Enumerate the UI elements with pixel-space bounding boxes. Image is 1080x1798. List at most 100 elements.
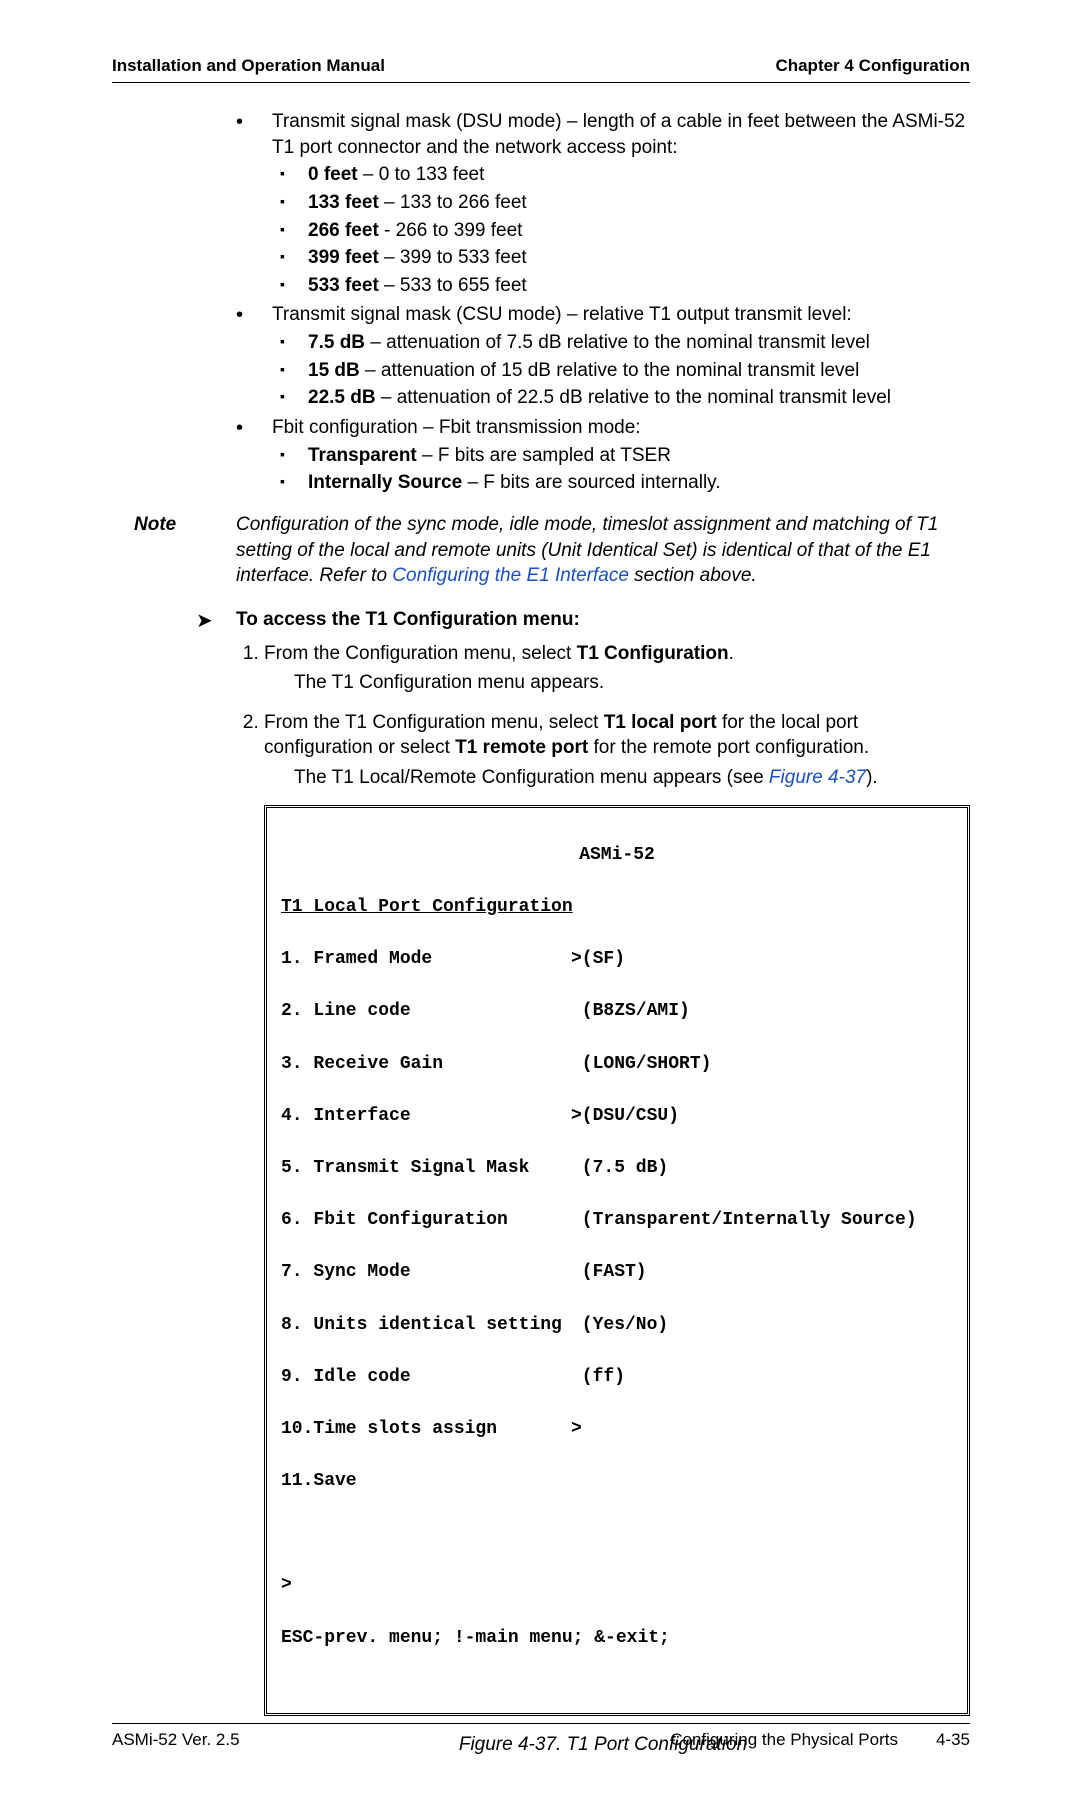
terminal-row: 1. Framed Mode>(SF) — [281, 946, 953, 972]
header-left: Installation and Operation Manual — [112, 56, 385, 76]
step1-pre: From the Configuration menu, select — [264, 643, 577, 664]
procedure-heading: ➤ To access the T1 Configuration menu: — [236, 607, 970, 633]
step2-post: for the remote port configuration. — [593, 737, 869, 758]
term-c2: >(SF) — [571, 946, 625, 972]
page-footer: ASMi-52 Ver. 2.5 Configuring the Physica… — [112, 1723, 970, 1750]
term-c2: (Transparent/Internally Source) — [571, 1207, 917, 1233]
csu-t: – attenuation of 15 dB relative to the n… — [360, 360, 860, 381]
step2-b1: T1 local port — [604, 712, 717, 733]
note-block: Note Configuration of the sync mode, idl… — [236, 512, 970, 589]
note-label: Note — [134, 512, 176, 538]
csu-item: 15 dB – attenuation of 15 dB relative to… — [272, 358, 970, 384]
term-c1: 11.Save — [281, 1468, 571, 1494]
term-c2: (ff) — [571, 1364, 625, 1390]
dsu-t: – 133 to 266 feet — [379, 192, 527, 213]
csu-b: 7.5 dB — [308, 332, 365, 353]
step2-sub-pre: The T1 Local/Remote Configuration menu a… — [294, 767, 769, 788]
fbit-item: Internally Source – F bits are sourced i… — [272, 470, 970, 496]
page-body: Transmit signal mask (DSU mode) – length… — [112, 83, 970, 1758]
footer-page: 4-35 — [936, 1730, 970, 1750]
footer-section: Configuring the Physical Ports — [670, 1730, 898, 1750]
dsu-t: - 266 to 399 feet — [379, 220, 523, 241]
terminal-row: 11.Save — [281, 1468, 953, 1494]
term-c1: 2. Line code — [281, 998, 571, 1024]
terminal-row: 8. Units identical setting (Yes/No) — [281, 1312, 953, 1338]
dsu-t: – 0 to 133 feet — [358, 164, 485, 185]
csu-t: – attenuation of 7.5 dB relative to the … — [365, 332, 870, 353]
bullet-fbit: Fbit configuration – Fbit transmission m… — [236, 415, 970, 496]
dsu-item: 266 feet - 266 to 399 feet — [272, 218, 970, 244]
procedure-steps: From the Configuration menu, select T1 C… — [236, 641, 970, 791]
terminal-row: 2. Line code (B8ZS/AMI) — [281, 998, 953, 1024]
term-c1: 8. Units identical setting — [281, 1312, 571, 1338]
fbit-t: – F bits are sourced internally. — [462, 472, 720, 493]
term-c2: (Yes/No) — [571, 1312, 668, 1338]
term-c1: 5. Transmit Signal Mask — [281, 1155, 571, 1181]
header-right: Chapter 4 Configuration — [775, 56, 970, 76]
terminal-row: 3. Receive Gain (LONG/SHORT) — [281, 1051, 953, 1077]
step2-b2: T1 remote port — [455, 737, 588, 758]
term-c1: 7. Sync Mode — [281, 1259, 571, 1285]
step2-sub-post: ). — [866, 767, 878, 788]
fbit-b: Internally Source — [308, 472, 462, 493]
step2-result: The T1 Local/Remote Configuration menu a… — [264, 765, 970, 791]
dsu-t: – 533 to 655 feet — [379, 275, 527, 296]
note-text-post: section above. — [634, 565, 757, 586]
csu-t: – attenuation of 22.5 dB relative to the… — [376, 387, 891, 408]
step-2: From the T1 Configuration menu, select T… — [264, 710, 970, 791]
fbit-t: – F bits are sampled at TSER — [417, 445, 671, 466]
term-c2: (LONG/SHORT) — [571, 1051, 711, 1077]
csu-item: 22.5 dB – attenuation of 22.5 dB relativ… — [272, 385, 970, 411]
csu-intro: Transmit signal mask (CSU mode) – relati… — [272, 304, 852, 325]
terminal-row: 4. Interface>(DSU/CSU) — [281, 1103, 953, 1129]
fbit-intro: Fbit configuration – Fbit transmission m… — [272, 417, 641, 438]
dsu-t: – 399 to 533 feet — [379, 247, 527, 268]
dsu-b: 0 feet — [308, 164, 358, 185]
terminal-row: 5. Transmit Signal Mask (7.5 dB) — [281, 1155, 953, 1181]
csu-b: 22.5 dB — [308, 387, 376, 408]
dsu-item: 399 feet – 399 to 533 feet — [272, 245, 970, 271]
step-1: From the Configuration menu, select T1 C… — [264, 641, 970, 696]
term-c1: 9. Idle code — [281, 1364, 571, 1390]
bullet-dsu: Transmit signal mask (DSU mode) – length… — [236, 109, 970, 298]
bullet-csu: Transmit signal mask (CSU mode) – relati… — [236, 302, 970, 411]
dsu-b: 266 feet — [308, 220, 379, 241]
csu-b: 15 dB — [308, 360, 360, 381]
step1-bold: T1 Configuration — [577, 643, 729, 664]
arrow-icon: ➤ — [196, 608, 213, 635]
terminal-heading: T1 Local Port Configuration — [281, 894, 953, 920]
term-c2: > — [571, 1416, 582, 1442]
terminal-prompt: > — [281, 1572, 571, 1598]
term-c2: (7.5 dB) — [571, 1155, 668, 1181]
terminal-title: ASMi-52 — [281, 842, 953, 868]
term-c2: (FAST) — [571, 1259, 647, 1285]
dsu-intro: Transmit signal mask (DSU mode) – length… — [272, 111, 965, 158]
terminal-screen: ASMi-52 T1 Local Port Configuration 1. F… — [264, 805, 970, 1716]
term-c1: 6. Fbit Configuration — [281, 1207, 571, 1233]
page-header: Installation and Operation Manual Chapte… — [112, 56, 970, 83]
dsu-item: 0 feet – 0 to 133 feet — [272, 162, 970, 188]
dsu-b: 133 feet — [308, 192, 379, 213]
dsu-item: 533 feet – 533 to 655 feet — [272, 273, 970, 299]
figure-link[interactable]: Figure 4-37 — [769, 767, 866, 788]
term-c1: 1. Framed Mode — [281, 946, 571, 972]
term-c1: 4. Interface — [281, 1103, 571, 1129]
dsu-b: 533 feet — [308, 275, 379, 296]
terminal-row: 10.Time slots assign> — [281, 1416, 953, 1442]
terminal-row: 7. Sync Mode (FAST) — [281, 1259, 953, 1285]
term-c1: 3. Receive Gain — [281, 1051, 571, 1077]
terminal-row: 6. Fbit Configuration (Transparent/Inter… — [281, 1207, 953, 1233]
step1-post: . — [729, 643, 734, 664]
procedure-title: To access the T1 Configuration menu: — [236, 609, 580, 630]
page: Installation and Operation Manual Chapte… — [0, 0, 1080, 1798]
dsu-b: 399 feet — [308, 247, 379, 268]
dsu-item: 133 feet – 133 to 266 feet — [272, 190, 970, 216]
term-c1: 10.Time slots assign — [281, 1416, 571, 1442]
step1-result: The T1 Configuration menu appears. — [264, 670, 970, 696]
terminal-row: 9. Idle code (ff) — [281, 1364, 953, 1390]
fbit-item: Transparent – F bits are sampled at TSER — [272, 443, 970, 469]
footer-left: ASMi-52 Ver. 2.5 — [112, 1730, 240, 1750]
note-link[interactable]: Configuring the E1 Interface — [392, 565, 629, 586]
terminal-blank — [281, 1520, 953, 1546]
step2-pre: From the T1 Configuration menu, select — [264, 712, 604, 733]
